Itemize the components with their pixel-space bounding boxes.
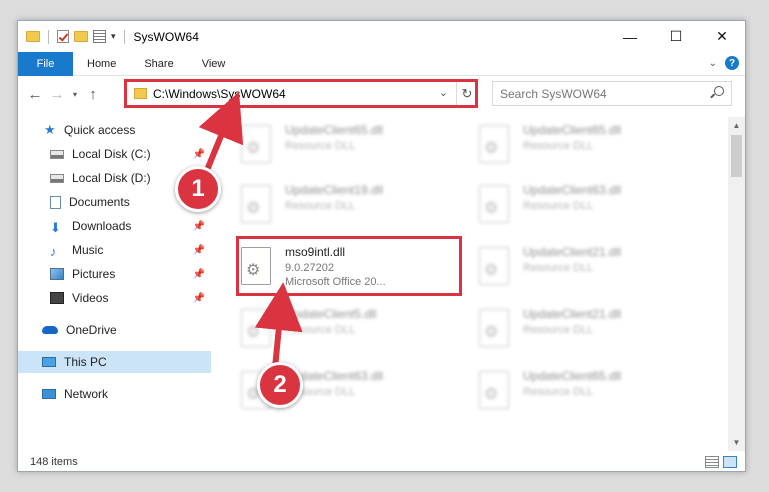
callout-arrows	[198, 91, 303, 369]
step-1-badge: 1	[175, 166, 221, 212]
callout-arrow-1	[198, 91, 244, 177]
step-2-badge: 2	[257, 362, 303, 408]
